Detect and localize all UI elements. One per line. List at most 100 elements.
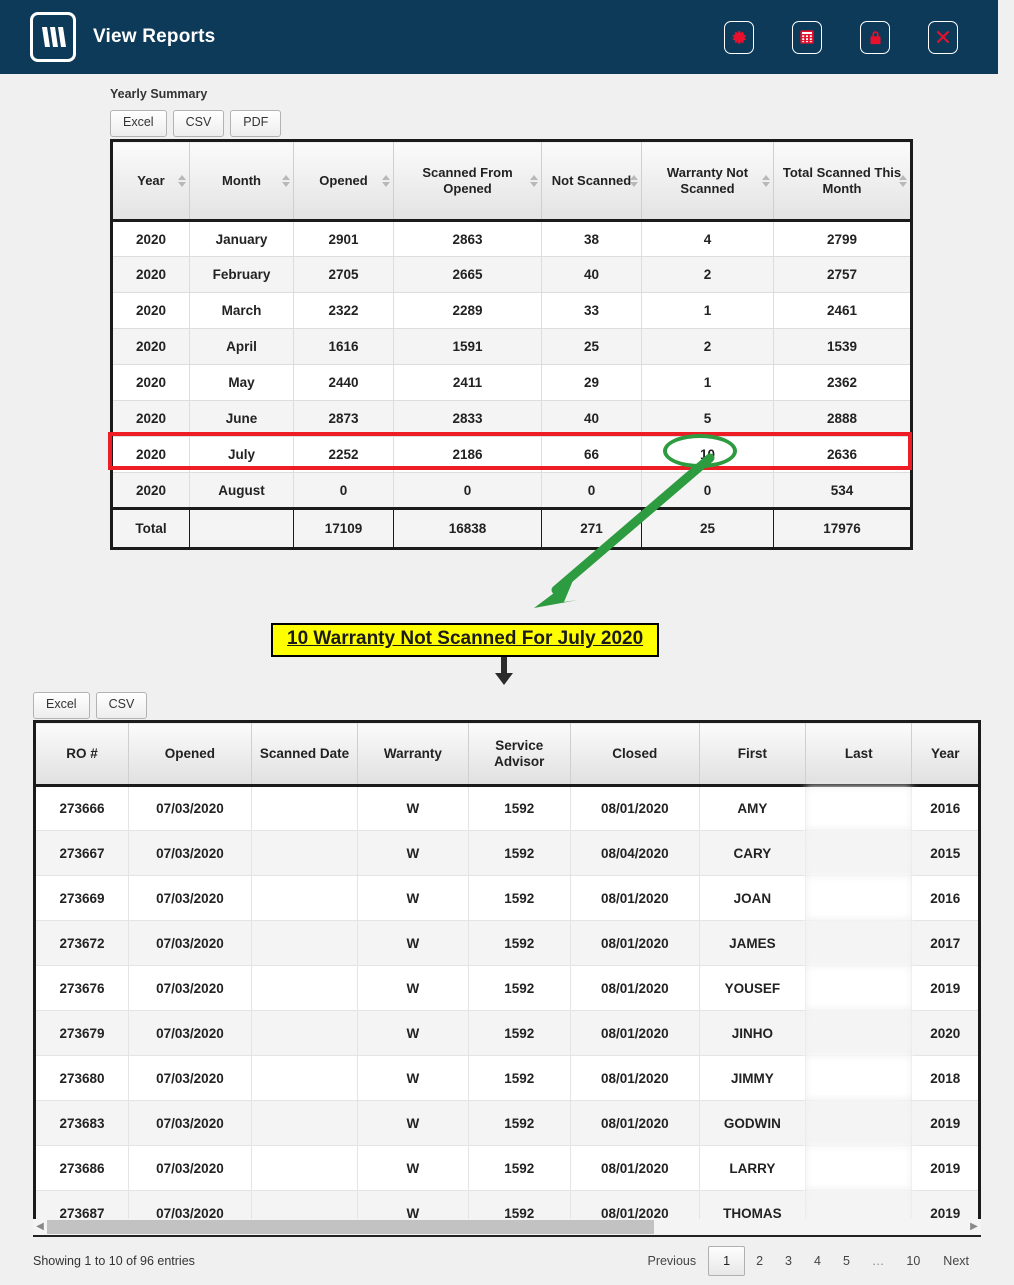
- table-row[interactable]: 27367607/03/2020W159208/01/2020YOUSEF201…: [35, 966, 980, 1011]
- cell-not-scanned[interactable]: 66: [542, 437, 642, 473]
- cell-month[interactable]: January: [190, 221, 294, 257]
- table-row-highlighted[interactable]: 2020July2252218666102636: [112, 437, 912, 473]
- gear-icon[interactable]: [724, 21, 754, 54]
- detail-export-excel-button[interactable]: Excel: [33, 692, 90, 719]
- table-row[interactable]: 27368607/03/2020W159208/01/2020LARRY2019: [35, 1146, 980, 1191]
- cell-service-advisor: 1592: [468, 966, 570, 1011]
- close-icon[interactable]: [928, 21, 958, 54]
- summary-col-scanned-from-opened[interactable]: Scanned From Opened: [394, 141, 542, 221]
- cell-not-scanned[interactable]: 40: [542, 401, 642, 437]
- cell-month[interactable]: August: [190, 473, 294, 509]
- pagination-page-2[interactable]: 2: [745, 1249, 774, 1273]
- cell-total-scanned-this-month[interactable]: 2799: [774, 221, 912, 257]
- detail-col-closed[interactable]: Closed: [570, 722, 699, 786]
- table-row[interactable]: 27367907/03/2020W159208/01/2020JINHO2020: [35, 1011, 980, 1056]
- cell-month[interactable]: July: [190, 437, 294, 473]
- pagination-previous-button[interactable]: Previous: [635, 1249, 708, 1273]
- cell-not-scanned[interactable]: 25: [542, 329, 642, 365]
- cell-warranty-not-scanned[interactable]: 0: [642, 473, 774, 509]
- pagination-page-1[interactable]: 1: [708, 1246, 745, 1276]
- cell-total-scanned-this-month[interactable]: 2461: [774, 293, 912, 329]
- pagination-page-4[interactable]: 4: [803, 1249, 832, 1273]
- cell-scanned-date: [251, 1011, 357, 1056]
- cell-month[interactable]: April: [190, 329, 294, 365]
- table-row[interactable]: 27367207/03/2020W159208/01/2020JAMES2017: [35, 921, 980, 966]
- cell-warranty-not-scanned[interactable]: 1: [642, 293, 774, 329]
- pagination-page-10[interactable]: 10: [895, 1249, 931, 1273]
- summary-export-excel-button[interactable]: Excel: [110, 110, 167, 137]
- summary-export-csv-button[interactable]: CSV: [173, 110, 225, 137]
- table-row[interactable]: 27366907/03/2020W159208/01/2020JOAN2016: [35, 876, 980, 921]
- summary-col-warranty-not-scanned[interactable]: Warranty Not Scanned: [642, 141, 774, 221]
- table-row[interactable]: 2020May244024112912362: [112, 365, 912, 401]
- cell-total-scanned-this-month[interactable]: 1539: [774, 329, 912, 365]
- scrollbar-thumb[interactable]: [47, 1220, 654, 1234]
- cell-not-scanned[interactable]: 40: [542, 257, 642, 293]
- cell-warranty-not-scanned[interactable]: 1: [642, 365, 774, 401]
- cell-warranty-not-scanned[interactable]: 5: [642, 401, 774, 437]
- summary-col-year[interactable]: Year: [112, 141, 190, 221]
- summary-col-not-scanned[interactable]: Not Scanned: [542, 141, 642, 221]
- cell-total-scanned-this-month[interactable]: 2636: [774, 437, 912, 473]
- cell-warranty-not-scanned[interactable]: 2: [642, 257, 774, 293]
- scroll-left-arrow-icon[interactable]: ◀: [33, 1222, 47, 1232]
- detail-col-opened[interactable]: Opened: [129, 722, 252, 786]
- summary-col-opened[interactable]: Opened: [294, 141, 394, 221]
- table-row[interactable]: 2020March232222893312461: [112, 293, 912, 329]
- cell-total-scanned-this-month[interactable]: 2757: [774, 257, 912, 293]
- table-row[interactable]: 27368307/03/2020W159208/01/2020GODWIN201…: [35, 1101, 980, 1146]
- table-row[interactable]: 27366707/03/2020W159208/04/2020CARY2015: [35, 831, 980, 876]
- summary-export-pdf-button[interactable]: PDF: [230, 110, 281, 137]
- cell-warranty-not-scanned[interactable]: 10: [642, 437, 774, 473]
- cell-not-scanned[interactable]: 38: [542, 221, 642, 257]
- detail-col-last[interactable]: Last: [806, 722, 912, 786]
- cell-month[interactable]: February: [190, 257, 294, 293]
- scroll-right-arrow-icon[interactable]: ▶: [967, 1222, 981, 1232]
- calculator-icon[interactable]: [792, 21, 822, 54]
- detail-col-ro[interactable]: RO #: [35, 722, 129, 786]
- pagination-page-5[interactable]: 5: [832, 1249, 861, 1273]
- detail-col-service-advisor[interactable]: Service Advisor: [468, 722, 570, 786]
- cell-service-advisor: 1592: [468, 831, 570, 876]
- cell-total-label: Total: [112, 509, 190, 549]
- detail-table-horizontal-scrollbar[interactable]: ◀ ▶: [33, 1219, 981, 1237]
- cell-month[interactable]: June: [190, 401, 294, 437]
- detail-col-warranty[interactable]: Warranty: [358, 722, 468, 786]
- lock-icon[interactable]: [860, 21, 890, 54]
- cell-warranty-not-scanned[interactable]: 2: [642, 329, 774, 365]
- cell-year: 2020: [112, 437, 190, 473]
- cell-not-scanned[interactable]: 33: [542, 293, 642, 329]
- table-row[interactable]: 2020January290128633842799: [112, 221, 912, 257]
- table-row[interactable]: 2020August0000534: [112, 473, 912, 509]
- cell-warranty: W: [358, 1011, 468, 1056]
- cell-not-scanned[interactable]: 0: [542, 473, 642, 509]
- cell-month[interactable]: May: [190, 365, 294, 401]
- detail-col-year[interactable]: Year: [912, 722, 980, 786]
- scrollbar-track[interactable]: [47, 1220, 967, 1234]
- table-row[interactable]: 27366607/03/2020W159208/01/2020AMY2016: [35, 786, 980, 831]
- summary-section-label: Yearly Summary: [110, 87, 207, 101]
- cell-not-scanned[interactable]: 29: [542, 365, 642, 401]
- table-row[interactable]: 2020April161615912521539: [112, 329, 912, 365]
- pagination-next-button[interactable]: Next: [931, 1249, 981, 1273]
- cell-warranty-not-scanned[interactable]: 4: [642, 221, 774, 257]
- detail-col-scanned-date[interactable]: Scanned Date: [251, 722, 357, 786]
- detail-col-first[interactable]: First: [699, 722, 805, 786]
- yearly-summary-table: Year Month Opened Scanned From Opened No…: [110, 139, 913, 550]
- detail-export-csv-button[interactable]: CSV: [96, 692, 148, 719]
- summary-col-total-scanned-this-month[interactable]: Total Scanned This Month: [774, 141, 912, 221]
- pagination-page-3[interactable]: 3: [774, 1249, 803, 1273]
- cell-opened: 07/03/2020: [129, 786, 252, 831]
- summary-col-month[interactable]: Month: [190, 141, 294, 221]
- table-row[interactable]: 2020February270526654022757: [112, 257, 912, 293]
- cell-opened: 07/03/2020: [129, 876, 252, 921]
- cell-ro: 273667: [35, 831, 129, 876]
- table-row[interactable]: 2020June287328334052888: [112, 401, 912, 437]
- cell-month[interactable]: March: [190, 293, 294, 329]
- cell-year: 2020: [112, 365, 190, 401]
- table-row[interactable]: 27368007/03/2020W159208/01/2020JIMMY2018: [35, 1056, 980, 1101]
- cell-total-scanned-this-month[interactable]: 534: [774, 473, 912, 509]
- cell-total-scanned-this-month[interactable]: 2888: [774, 401, 912, 437]
- cell-first: CARY: [699, 831, 805, 876]
- cell-total-scanned-this-month[interactable]: 2362: [774, 365, 912, 401]
